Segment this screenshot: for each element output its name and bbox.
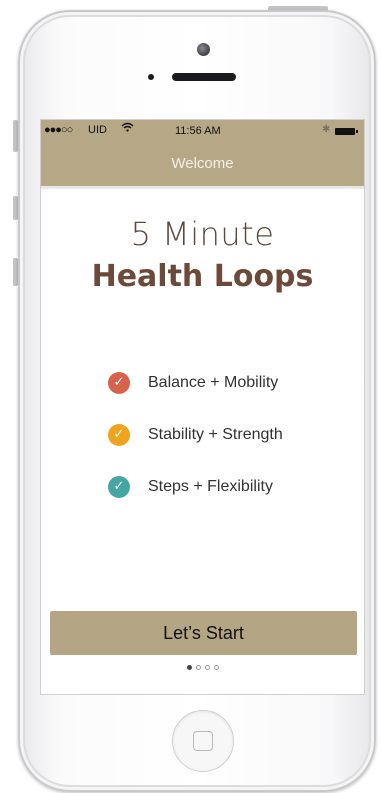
home-square-icon xyxy=(193,731,213,751)
hero-title-line2: Health Loops xyxy=(91,259,314,294)
home-button[interactable] xyxy=(172,710,234,772)
lets-start-button[interactable]: Let’s Start xyxy=(50,611,357,655)
navigation-bar: Welcome xyxy=(41,142,364,189)
feature-label: Stability + Strength xyxy=(148,426,283,443)
checkmark-icon: ✓ xyxy=(108,476,130,498)
hero-title-line1: 5 Minute xyxy=(130,215,275,253)
page-dot[interactable] xyxy=(213,665,219,670)
page-indicator[interactable] xyxy=(41,665,364,670)
earpiece-speaker xyxy=(172,73,236,81)
battery-icon xyxy=(335,128,358,135)
wifi-icon xyxy=(121,122,134,136)
checkmark-icon: ✓ xyxy=(108,424,130,446)
front-camera xyxy=(197,43,210,56)
page-dot-active[interactable] xyxy=(186,665,192,670)
nav-title: Welcome xyxy=(171,155,234,172)
page-dot[interactable] xyxy=(195,665,201,670)
signal-strength-icon: ●●●○○ xyxy=(44,124,73,136)
carrier-label: UID xyxy=(88,124,107,136)
status-bar: ●●●○○ UID 11:56 AM ✱ xyxy=(41,120,364,142)
checkmark-icon: ✓ xyxy=(108,372,130,394)
feature-label: Steps + Flexibility xyxy=(148,478,273,495)
phone-screen: ●●●○○ UID 11:56 AM ✱ Welcome 5 Minute He… xyxy=(40,119,365,695)
feature-label: Balance + Mobility xyxy=(148,374,279,391)
proximity-sensor xyxy=(148,74,154,80)
status-time: 11:56 AM xyxy=(175,125,221,137)
bluetooth-icon: ✱ xyxy=(322,124,331,135)
page-dot[interactable] xyxy=(204,665,210,670)
